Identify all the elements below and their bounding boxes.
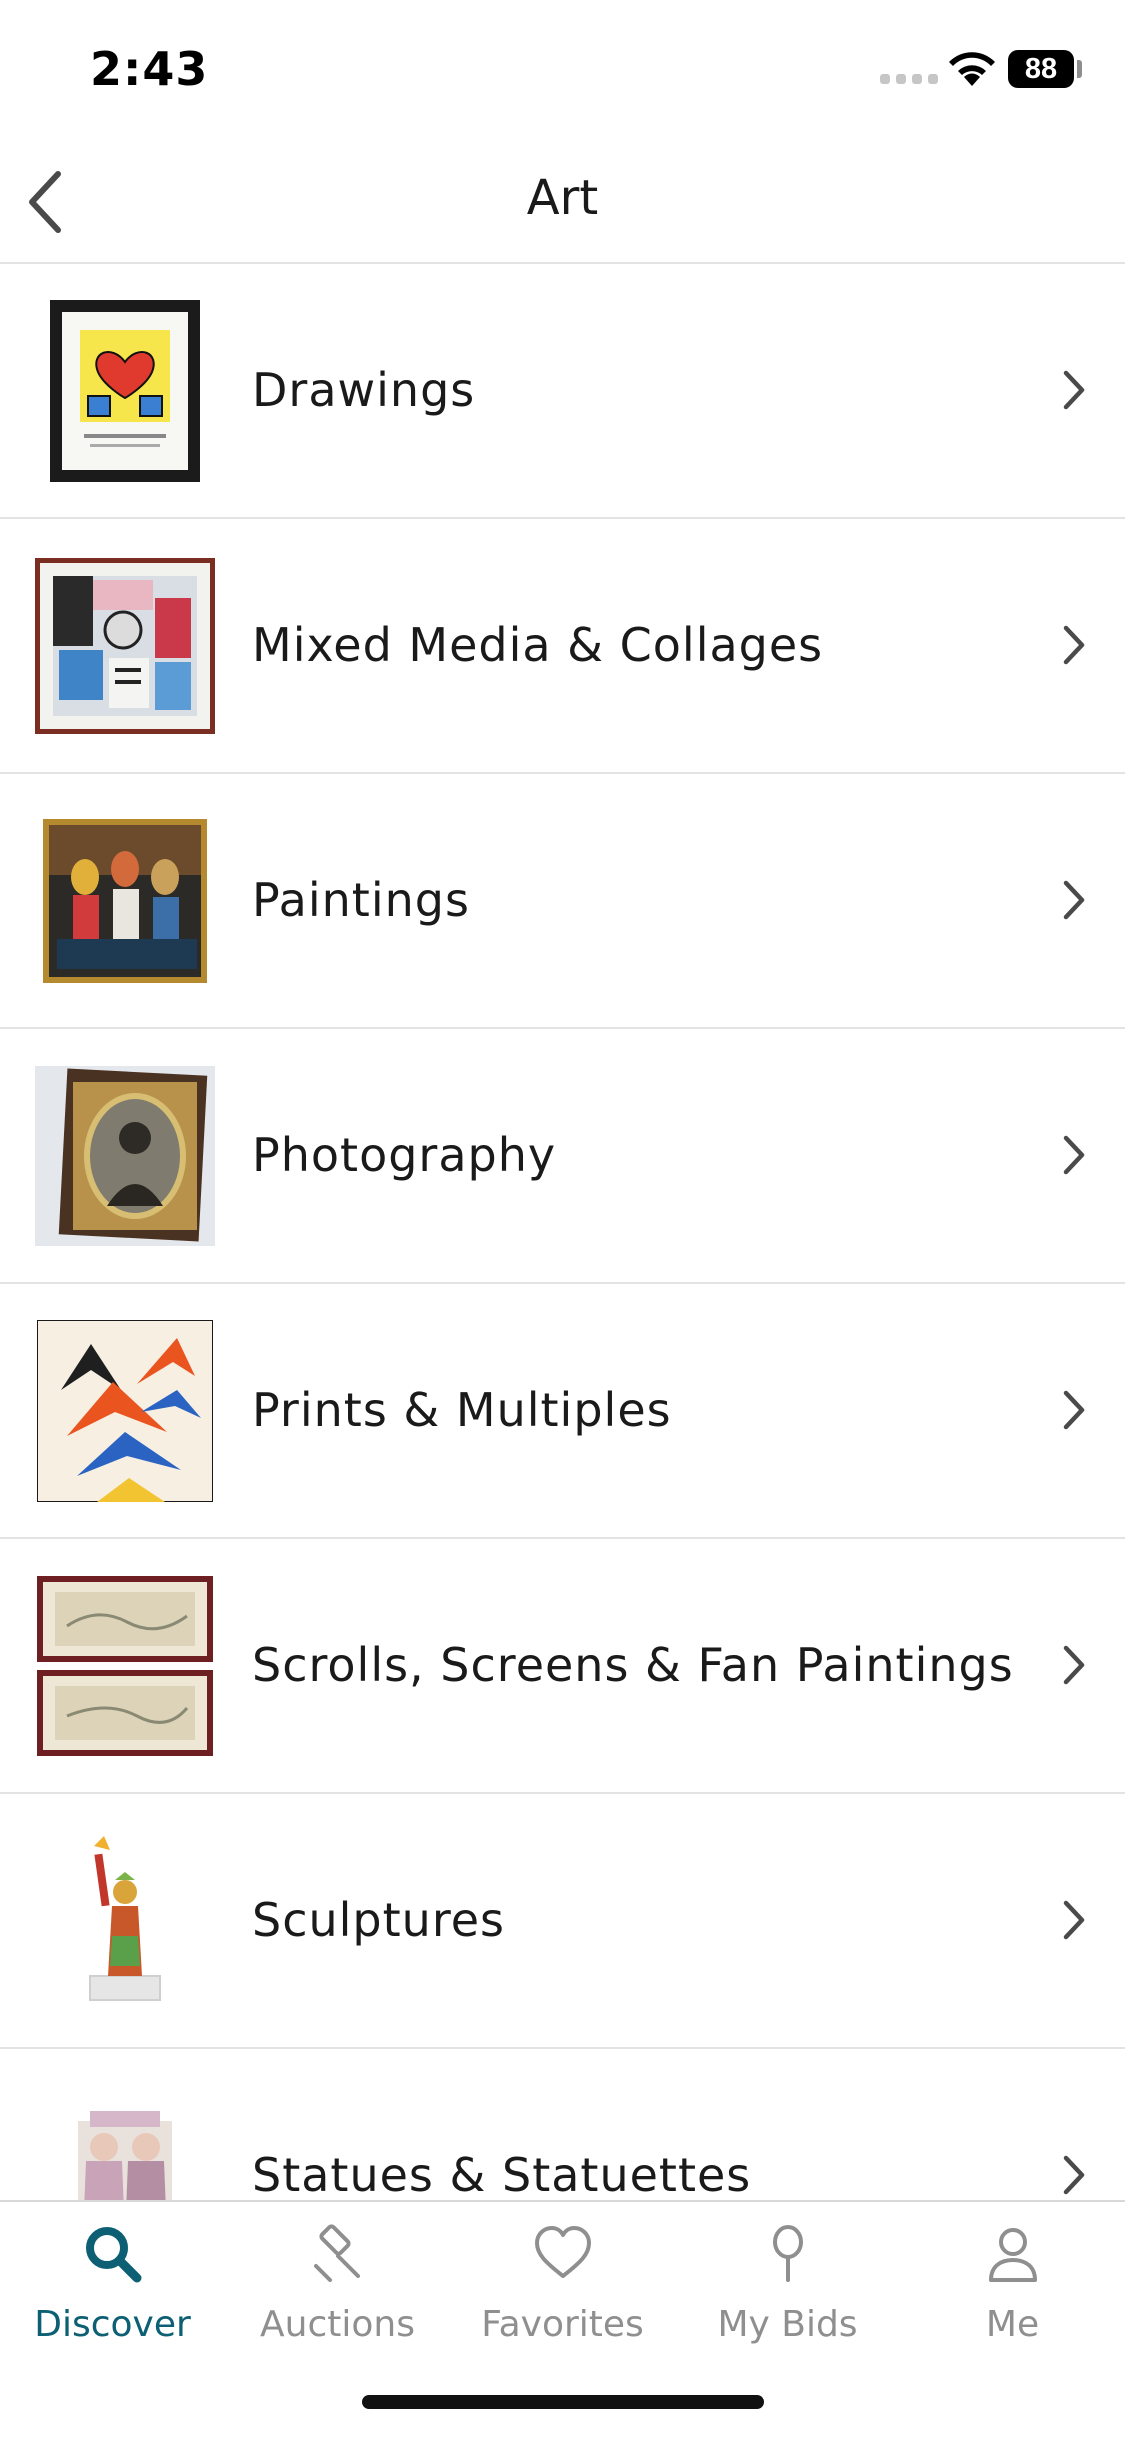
sculpture-thumbnail	[30, 1829, 220, 2012]
category-label: Prints & Multiples	[252, 1383, 672, 1437]
category-label: Statues & Statuettes	[252, 2148, 752, 2200]
page-title: Art	[526, 170, 599, 226]
chevron-right-icon	[1063, 2155, 1085, 2195]
chevron-right-icon	[1063, 370, 1085, 410]
tab-my-bids[interactable]: My Bids	[675, 2222, 900, 2382]
heart-icon	[534, 2226, 591, 2278]
home-indicator	[362, 2395, 764, 2409]
navigation-bar: Art	[0, 140, 1125, 264]
category-label: Sculptures	[252, 1893, 505, 1947]
chevron-right-icon	[1063, 1135, 1085, 1175]
painting-thumbnail	[30, 809, 220, 992]
cellular-signal-icon	[880, 74, 938, 84]
print-thumbnail	[30, 1319, 220, 1502]
category-row-prints[interactable]: Prints & Multiples	[0, 1284, 1125, 1539]
category-list: Drawings Mixed Media & Collages Painting…	[0, 264, 1125, 2200]
tab-auctions[interactable]: Auctions	[225, 2222, 450, 2382]
battery-tip	[1077, 60, 1082, 78]
category-row-sculptures[interactable]: Sculptures	[0, 1794, 1125, 2049]
drawing-thumbnail	[30, 299, 220, 482]
scroll-thumbnail	[30, 1574, 220, 1757]
category-row-mixed-media[interactable]: Mixed Media & Collages	[0, 519, 1125, 774]
category-label: Paintings	[252, 873, 470, 927]
chevron-right-icon	[1063, 1645, 1085, 1685]
tab-label: Auctions	[260, 2304, 415, 2345]
statuette-thumbnail	[30, 2084, 220, 2200]
category-label: Photography	[252, 1128, 557, 1182]
battery-icon: 88	[1008, 50, 1074, 88]
wifi-icon	[949, 52, 995, 86]
chevron-right-icon	[1063, 1900, 1085, 1940]
category-row-statues[interactable]: Statues & Statuettes	[0, 2049, 1125, 2200]
search-icon	[85, 2227, 141, 2283]
tab-label: My Bids	[717, 2304, 858, 2345]
photograph-thumbnail	[30, 1064, 220, 1247]
category-row-drawings[interactable]: Drawings	[0, 264, 1125, 519]
category-label: Mixed Media & Collages	[252, 618, 824, 672]
chevron-right-icon	[1063, 625, 1085, 665]
gavel-icon	[313, 2224, 360, 2282]
tab-label: Discover	[34, 2304, 191, 2345]
status-time: 2:43	[90, 42, 209, 96]
tab-label: Favorites	[481, 2304, 644, 2345]
category-row-scrolls[interactable]: Scrolls, Screens & Fan Paintings	[0, 1539, 1125, 1794]
chevron-right-icon	[1063, 880, 1085, 920]
tab-label: Me	[985, 2304, 1040, 2345]
collage-thumbnail	[30, 554, 220, 737]
category-label: Scrolls, Screens & Fan Paintings	[252, 1638, 1014, 1692]
category-label: Drawings	[252, 363, 476, 417]
chevron-right-icon	[1063, 1390, 1085, 1430]
paddle-icon	[772, 2225, 803, 2282]
person-icon	[988, 2228, 1037, 2282]
tab-discover[interactable]: Discover	[0, 2222, 225, 2382]
tab-me[interactable]: Me	[900, 2222, 1125, 2382]
tab-favorites[interactable]: Favorites	[450, 2222, 675, 2382]
category-row-paintings[interactable]: Paintings	[0, 774, 1125, 1029]
status-bar: 2:43 88	[0, 0, 1125, 140]
category-row-photography[interactable]: Photography	[0, 1029, 1125, 1284]
